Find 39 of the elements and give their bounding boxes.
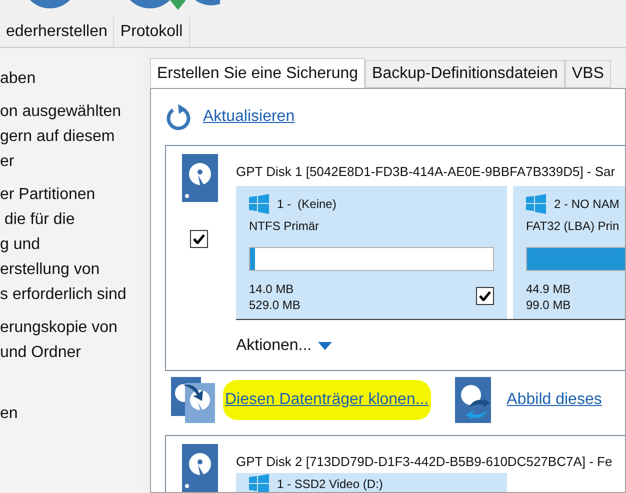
checkbox[interactable] <box>476 287 494 305</box>
disk-title: GPT Disk 2 [713DD79D-D1F3-442D-B5B9-610DC527BC7A] - Fe <box>236 453 614 471</box>
checkbox[interactable] <box>190 230 208 248</box>
tab[interactable]: VBS <box>564 60 611 88</box>
sidebar-text: g und <box>0 235 42 255</box>
windows-icon <box>249 194 269 214</box>
sidebar-text: er Partitionen <box>0 185 96 205</box>
tab[interactable]: Backup-Definitionsdateien <box>365 60 565 88</box>
sidebar-text: erstellung von <box>0 260 101 280</box>
partition-name: 2 - NO NAM <box>554 196 620 213</box>
total-size: 99.0 MB <box>526 297 571 313</box>
windows-icon <box>526 194 546 214</box>
disk-image-icon[interactable] <box>454 377 491 423</box>
sidebar-text: erungskopie von <box>0 318 118 338</box>
partition-type: FAT32 (LBA) Prin <box>526 218 620 235</box>
sidebar-text: on ausgewählten <box>0 102 122 122</box>
actions-menu[interactable]: Aktionen... <box>236 334 312 358</box>
sidebar-text: s erforderlich sind <box>0 285 128 305</box>
refresh-icon[interactable] <box>165 103 191 131</box>
partition-name: 1 - (Keine) <box>277 196 336 213</box>
caret-icon[interactable] <box>318 342 332 350</box>
image-link[interactable]: Abbild dieses <box>506 388 602 412</box>
windows-icon <box>249 474 269 492</box>
used-size: 44.9 MB <box>526 281 571 297</box>
refresh-link[interactable]: Aktualisieren <box>203 105 295 129</box>
sidebar-text: aben <box>0 69 37 89</box>
sidebar-text: er <box>0 152 16 172</box>
clone-disk-link[interactable]: Diesen Datenträger klonen... <box>223 380 431 420</box>
partition-name: 1 - SSD2 Video (D:) <box>277 477 383 491</box>
total-size: 529.0 MB <box>249 297 300 313</box>
tab[interactable]: Erstellen Sie eine Sicherung <box>150 58 366 88</box>
sidebar-text: gern auf diesem <box>0 127 116 147</box>
sidebar-text: en <box>0 404 19 424</box>
partition-type: NTFS Primär <box>249 218 320 235</box>
used-size: 14.0 MB <box>249 281 295 297</box>
clone-disk-icon[interactable] <box>171 377 217 423</box>
sidebar-text: die für die <box>3 210 76 230</box>
disk-title: GPT Disk 1 [5042E8D1-FD3B-414A-AE0E-9BBFA7B339D5] - Sar <box>236 163 616 181</box>
sidebar-text: und Ordner <box>0 343 82 363</box>
